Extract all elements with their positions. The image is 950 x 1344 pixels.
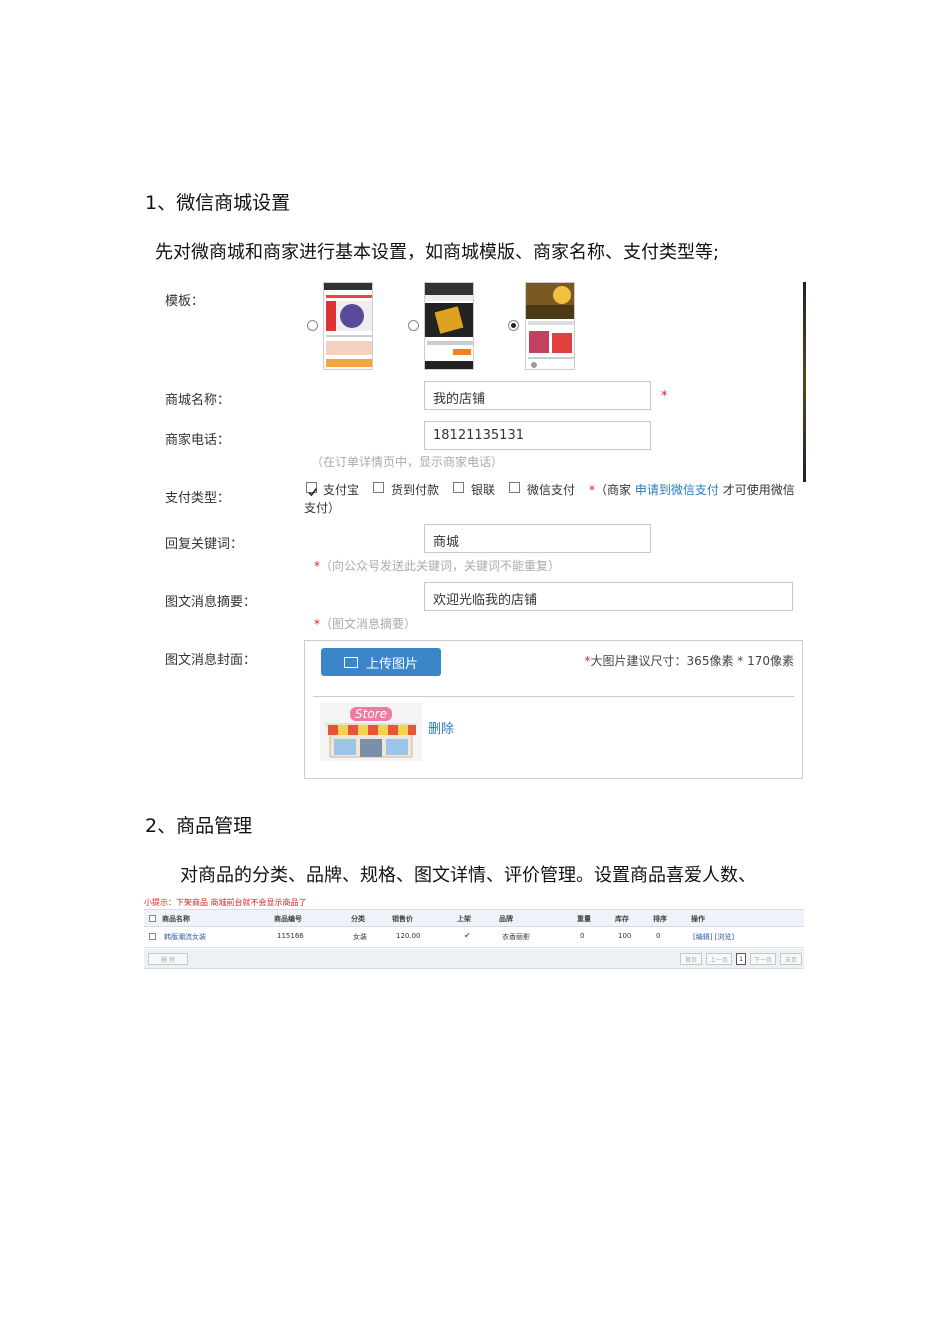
col-actions: 操作 xyxy=(691,915,705,923)
cover-size-note: *大图片建议尺寸：365像素 * 170像素 xyxy=(585,652,794,669)
product-category: 女装 xyxy=(353,933,367,941)
product-sort: 0 xyxy=(656,932,661,940)
cover-divider xyxy=(313,696,794,697)
template-thumbnail-1[interactable] xyxy=(323,282,373,370)
template-label: 模板： xyxy=(165,294,205,309)
upload-image-button[interactable]: 上传图片 xyxy=(321,648,441,676)
col-stock: 库存 xyxy=(615,915,629,923)
delete-cover-link[interactable]: 删除 xyxy=(428,718,454,737)
store-sign-text: Store xyxy=(355,707,387,721)
payment-note: *（商家 申请到微信支付 才可使用微信 xyxy=(589,481,795,498)
pagination-first[interactable]: 首页 xyxy=(680,953,702,965)
product-weight: 0 xyxy=(580,932,585,940)
payment-cod-checkbox[interactable] xyxy=(373,482,384,493)
table-row: 韩版潮流女装 115166 女装 120.00 ✔ 衣香丽影 0 100 0 [… xyxy=(144,928,804,948)
col-name: 商品名称 xyxy=(162,915,190,923)
section-1-intro: 先对微商城和商家进行基本设置，如商城模版、商家名称、支付类型等; xyxy=(155,242,720,263)
col-brand: 品牌 xyxy=(499,915,513,923)
summary-label: 图文消息摘要： xyxy=(165,595,257,610)
keyword-input[interactable]: 商城 xyxy=(424,524,651,553)
payment-cod-label: 货到付款 xyxy=(391,483,440,497)
section-2-intro: 对商品的分类、品牌、规格、图文详情、评价管理。设置商品喜爱人数、 xyxy=(180,865,756,886)
check-icon xyxy=(308,488,318,497)
product-code: 115166 xyxy=(277,932,304,940)
keyword-label: 回复关键词： xyxy=(165,537,244,552)
shop-name-label: 商城名称： xyxy=(165,393,231,408)
col-listed: 上架 xyxy=(457,915,471,923)
image-icon xyxy=(343,656,358,668)
col-sort: 排序 xyxy=(653,915,667,923)
phone-label: 商家电话： xyxy=(165,433,231,448)
col-weight: 重量 xyxy=(577,915,591,923)
summary-hint-text: （图文消息摘要） xyxy=(320,617,417,631)
payment-unionpay-checkbox[interactable] xyxy=(453,482,464,493)
section-2-heading: 2、商品管理 xyxy=(145,815,253,837)
select-all-checkbox[interactable] xyxy=(149,915,156,922)
template-radio-2[interactable] xyxy=(408,320,419,331)
keyword-hint: *（向公众号发送此关键词，关键词不能重复） xyxy=(314,557,560,574)
keyword-hint-text: （向公众号发送此关键词，关键词不能重复） xyxy=(320,559,561,573)
summary-input[interactable]: 欢迎光临我的店铺 xyxy=(424,582,793,611)
shop-name-input[interactable]: 我的店铺 xyxy=(424,381,651,410)
payment-label: 支付类型： xyxy=(165,491,231,506)
product-price: 120.00 xyxy=(396,932,421,940)
payment-note-wrap: 支付） xyxy=(304,501,341,515)
payment-unionpay-label: 银联 xyxy=(471,483,496,497)
payment-note-suffix: 才可使用微信 xyxy=(722,483,795,497)
apply-wechat-pay-link[interactable]: 申请到微信支付 xyxy=(635,483,719,497)
payment-wechat-label: 微信支付 xyxy=(527,483,576,497)
template-radio-1[interactable] xyxy=(307,320,318,331)
summary-hint: *（图文消息摘要） xyxy=(314,615,416,632)
pagination-prev[interactable]: 上一页 xyxy=(706,953,732,965)
template-thumbnail-3[interactable] xyxy=(525,282,575,370)
payment-wechat-checkbox[interactable] xyxy=(509,482,520,493)
product-tip: 小提示：下架商品 商城前台就不会显示商品了 xyxy=(144,898,307,907)
product-actions[interactable]: [编辑] [浏览] xyxy=(693,932,734,942)
section-1-heading: 1、微信商城设置 xyxy=(145,192,291,214)
upload-image-label: 上传图片 xyxy=(365,656,418,672)
listed-check-icon: ✔ xyxy=(464,931,471,940)
col-price: 销售价 xyxy=(392,915,413,923)
store-cover-image: Store xyxy=(320,703,422,761)
payment-note-prefix: （商家 xyxy=(595,483,632,497)
cover-size-text: 大图片建议尺寸：365像素 * 170像素 xyxy=(590,654,794,668)
phone-hint: （在订单详情页中，显示商家电话） xyxy=(311,455,504,469)
batch-delete-button[interactable]: 删 除 xyxy=(148,953,188,965)
template-thumbnail-2[interactable] xyxy=(424,282,474,370)
cover-upload-panel: 上传图片 *大图片建议尺寸：365像素 * 170像素 Store 删除 xyxy=(304,640,803,779)
col-category: 分类 xyxy=(351,915,365,923)
row-checkbox[interactable] xyxy=(149,933,156,940)
product-name-link[interactable]: 韩版潮流女装 xyxy=(164,932,206,942)
product-stock: 100 xyxy=(618,932,632,940)
table-footer: 删 除 首页 上一页 1 下一页 末页 xyxy=(144,949,804,969)
payment-alipay-checkbox[interactable] xyxy=(306,482,318,497)
product-brand: 衣香丽影 xyxy=(502,933,530,941)
col-code: 商品编号 xyxy=(274,915,302,923)
scrollbar-fragment xyxy=(803,282,806,482)
pagination-last[interactable]: 末页 xyxy=(780,953,802,965)
pagination-page-1[interactable]: 1 xyxy=(736,953,746,965)
cover-label: 图文消息封面： xyxy=(165,653,257,668)
table-header: 商品名称 商品编号 分类 销售价 上架 品牌 重量 库存 排序 操作 xyxy=(144,909,804,927)
pagination-next[interactable]: 下一页 xyxy=(750,953,776,965)
shop-name-required-mark: * xyxy=(661,389,668,404)
template-radio-3[interactable] xyxy=(508,320,519,331)
phone-input[interactable]: 18121135131 xyxy=(424,421,651,450)
payment-alipay-label: 支付宝 xyxy=(323,483,360,497)
